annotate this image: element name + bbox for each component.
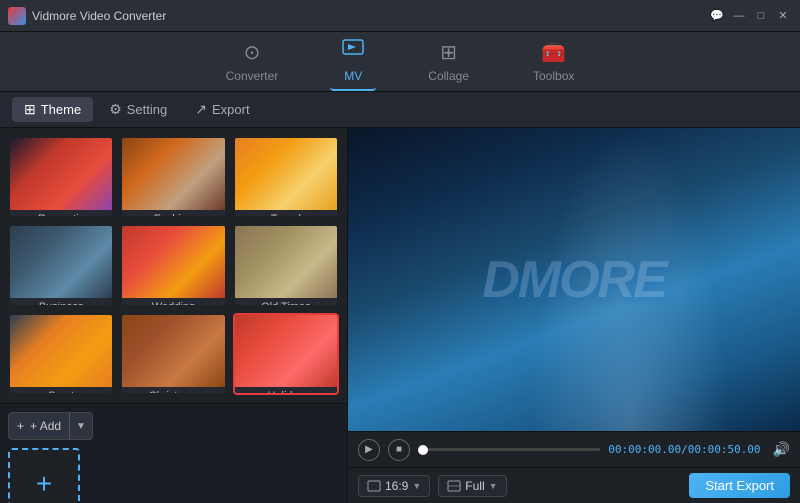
theme-label-fashion: Fashion bbox=[122, 210, 224, 218]
theme-thumb-romantic bbox=[10, 138, 112, 210]
tab-theme-label: Theme bbox=[41, 102, 81, 117]
window-controls: 💬 — □ ✕ bbox=[708, 7, 792, 25]
bottom-bar: 16:9 ▼ Full ▼ Start Export bbox=[348, 467, 800, 503]
theme-travel[interactable]: Travel bbox=[233, 136, 339, 218]
plus-icon: + bbox=[17, 419, 24, 433]
nav-collage[interactable]: ⊞ Collage bbox=[416, 34, 481, 89]
theme-sport[interactable]: Sport bbox=[8, 313, 114, 395]
setting-icon: ⚙ bbox=[109, 101, 122, 118]
theme-label-holiday: Holiday bbox=[235, 387, 337, 395]
theme-label-oldtimes: Old Times bbox=[235, 298, 337, 306]
main-area: Romantic Fashion Travel Business Wedding bbox=[0, 128, 800, 503]
player-controls: ▶ ■ 00:00:00.00/00:00:50.00 🔊 bbox=[348, 431, 800, 467]
theme-thumb-oldtimes bbox=[235, 226, 337, 298]
quality-chevron-icon: ▼ bbox=[489, 481, 498, 491]
quality-value: Full bbox=[465, 479, 484, 493]
theme-label-sport: Sport bbox=[10, 387, 112, 395]
sub-toolbar: ⊞ Theme ⚙ Setting ↗ Export bbox=[0, 92, 800, 128]
theme-label-christmas: Christmas bbox=[122, 387, 224, 395]
progress-handle[interactable] bbox=[418, 445, 428, 455]
video-preview: DMORE bbox=[348, 128, 800, 431]
theme-business[interactable]: Business bbox=[8, 224, 114, 306]
right-panel: DMORE ▶ ■ 00:00:00.00/00:00:50.00 🔊 16:9… bbox=[348, 128, 800, 503]
quality-select[interactable]: Full ▼ bbox=[438, 475, 506, 497]
app-icon bbox=[8, 7, 26, 25]
tab-theme[interactable]: ⊞ Theme bbox=[12, 97, 93, 122]
theme-oldtimes[interactable]: Old Times bbox=[233, 224, 339, 306]
nav-converter[interactable]: ⊙ Converter bbox=[214, 34, 291, 89]
left-panel: Romantic Fashion Travel Business Wedding bbox=[0, 128, 348, 503]
theme-romantic[interactable]: Romantic bbox=[8, 136, 114, 218]
start-export-button[interactable]: Start Export bbox=[689, 473, 790, 498]
theme-grid: Romantic Fashion Travel Business Wedding bbox=[0, 128, 347, 403]
tab-export-label: Export bbox=[212, 102, 250, 117]
theme-fashion[interactable]: Fashion bbox=[120, 136, 226, 218]
tab-setting-label: Setting bbox=[127, 102, 167, 117]
theme-icon: ⊞ bbox=[24, 101, 36, 118]
maximize-btn[interactable]: □ bbox=[752, 7, 770, 25]
theme-label-travel: Travel bbox=[235, 210, 337, 218]
theme-wedding[interactable]: Wedding bbox=[120, 224, 226, 306]
volume-icon[interactable]: 🔊 bbox=[773, 441, 790, 458]
add-label-text: + Add bbox=[30, 419, 61, 433]
converter-icon: ⊙ bbox=[244, 40, 261, 65]
collage-icon: ⊞ bbox=[440, 40, 457, 65]
theme-thumb-business bbox=[10, 226, 112, 298]
theme-label-romantic: Romantic bbox=[10, 210, 112, 218]
nav-toolbox-label: Toolbox bbox=[533, 69, 574, 83]
theme-thumb-wedding bbox=[122, 226, 224, 298]
top-navigation: ⊙ Converter MV ⊞ Collage 🧰 Toolbox bbox=[0, 32, 800, 92]
app-title: Vidmore Video Converter bbox=[32, 9, 708, 23]
theme-thumb-holiday bbox=[235, 315, 337, 387]
nav-toolbox[interactable]: 🧰 Toolbox bbox=[521, 34, 586, 89]
aspect-ratio-value: 16:9 bbox=[385, 479, 408, 493]
theme-label-wedding: Wedding bbox=[122, 298, 224, 306]
titlebar: Vidmore Video Converter 💬 — □ ✕ bbox=[0, 0, 800, 32]
minimize-btn[interactable]: — bbox=[730, 7, 748, 25]
aspect-chevron-icon: ▼ bbox=[412, 481, 421, 491]
nav-converter-label: Converter bbox=[226, 69, 279, 83]
nav-mv-label: MV bbox=[344, 69, 362, 83]
chat-btn[interactable]: 💬 bbox=[708, 7, 726, 25]
theme-holiday[interactable]: Holiday bbox=[233, 313, 339, 395]
add-button-label: + + Add bbox=[9, 419, 69, 433]
quality-icon bbox=[447, 480, 461, 492]
add-media-icon: + bbox=[36, 470, 52, 498]
stop-button[interactable]: ■ bbox=[388, 439, 410, 461]
theme-thumb-christmas bbox=[122, 315, 224, 387]
nav-mv[interactable]: MV bbox=[330, 33, 376, 91]
tab-export[interactable]: ↗ Export bbox=[183, 97, 261, 122]
export-icon: ↗ bbox=[195, 101, 207, 118]
add-button[interactable]: + + Add ▼ bbox=[8, 412, 93, 440]
add-dropdown-icon[interactable]: ▼ bbox=[69, 413, 92, 439]
preview-watermark: DMORE bbox=[482, 250, 666, 310]
bottom-panel: + + Add ▼ + bbox=[0, 403, 347, 503]
mv-icon bbox=[342, 39, 364, 65]
play-button[interactable]: ▶ bbox=[358, 439, 380, 461]
theme-label-business: Business bbox=[10, 298, 112, 306]
tab-setting[interactable]: ⚙ Setting bbox=[97, 97, 179, 122]
theme-thumb-fashion bbox=[122, 138, 224, 210]
nav-collage-label: Collage bbox=[428, 69, 469, 83]
aspect-ratio-select[interactable]: 16:9 ▼ bbox=[358, 475, 430, 497]
close-btn[interactable]: ✕ bbox=[774, 7, 792, 25]
theme-christmas[interactable]: Christmas bbox=[120, 313, 226, 395]
time-display: 00:00:00.00/00:00:50.00 bbox=[608, 443, 760, 456]
toolbox-icon: 🧰 bbox=[541, 40, 566, 65]
theme-thumb-sport bbox=[10, 315, 112, 387]
media-placeholder[interactable]: + bbox=[8, 448, 80, 503]
aspect-icon bbox=[367, 480, 381, 492]
theme-thumb-travel bbox=[235, 138, 337, 210]
progress-bar[interactable] bbox=[418, 448, 600, 451]
